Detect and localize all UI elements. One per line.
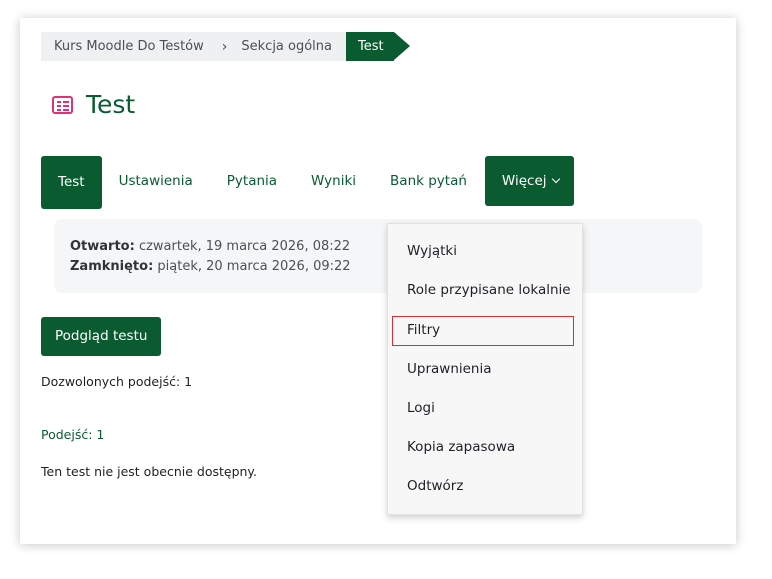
tab-wyniki[interactable]: Wyniki xyxy=(294,156,373,206)
page-title-text: Test xyxy=(86,90,136,119)
quiz-icon xyxy=(52,95,73,114)
close-date-value: piątek, 20 marca 2026, 09:22 xyxy=(157,259,351,274)
menu-item-filtry[interactable]: Filtry xyxy=(407,322,440,338)
menu-item-logi[interactable]: Logi xyxy=(407,400,435,416)
menu-item-uprawnienia[interactable]: Uprawnienia xyxy=(407,361,492,377)
more-dropdown-menu: Wyjątki Role przypisane lokalnie Filtry … xyxy=(387,223,583,515)
secondary-navigation: Test Ustawienia Pytania Wyniki Bank pyta… xyxy=(41,153,574,209)
open-date-row: Otwarto: czwartek, 19 marca 2026, 08:22 xyxy=(70,237,686,257)
preview-quiz-button[interactable]: Podgląd testu xyxy=(41,317,162,356)
tab-bank-pytan[interactable]: Bank pytań xyxy=(373,156,484,206)
breadcrumb: Kurs Moodle Do Testów › Sekcja ogólna Te… xyxy=(41,32,410,61)
close-date-row: Zamknięto: piątek, 20 marca 2026, 09:22 xyxy=(70,257,686,277)
chevron-down-icon xyxy=(551,174,560,184)
menu-item-role-lokalne[interactable]: Role przypisane lokalnie xyxy=(407,282,571,298)
close-date-label: Zamknięto: xyxy=(70,259,154,274)
breadcrumb-section-link[interactable]: Sekcja ogólna xyxy=(241,39,332,54)
breadcrumb-current: Test xyxy=(346,32,410,61)
tab-ustawienia[interactable]: Ustawienia xyxy=(102,156,210,206)
open-date-value: czwartek, 19 marca 2026, 08:22 xyxy=(138,239,351,254)
tab-more-label: Więcej xyxy=(501,173,547,189)
breadcrumb-separator-icon: › xyxy=(221,38,228,55)
menu-item-wyjatki[interactable]: Wyjątki xyxy=(407,243,457,259)
main-card: Kurs Moodle Do Testów › Sekcja ogólna Te… xyxy=(20,18,736,544)
open-date-label: Otwarto: xyxy=(70,239,135,254)
tab-more-dropdown[interactable]: Więcej xyxy=(484,156,574,206)
menu-item-kopia-zapasowa[interactable]: Kopia zapasowa xyxy=(407,439,515,455)
tab-pytania[interactable]: Pytania xyxy=(210,156,294,206)
page-title: Test xyxy=(52,90,135,119)
attempts-link[interactable]: Podejść: 1 xyxy=(41,427,104,442)
menu-item-odtworz[interactable]: Odtwórz xyxy=(407,478,463,494)
allowed-attempts-text: Dozwolonych podejść: 1 xyxy=(41,374,193,389)
availability-notice: Ten test nie jest obecnie dostępny. xyxy=(41,464,258,479)
breadcrumb-course-link[interactable]: Kurs Moodle Do Testów xyxy=(54,39,204,54)
tab-test[interactable]: Test xyxy=(41,156,102,209)
quiz-dates-box: Otwarto: czwartek, 19 marca 2026, 08:22 … xyxy=(54,219,702,293)
